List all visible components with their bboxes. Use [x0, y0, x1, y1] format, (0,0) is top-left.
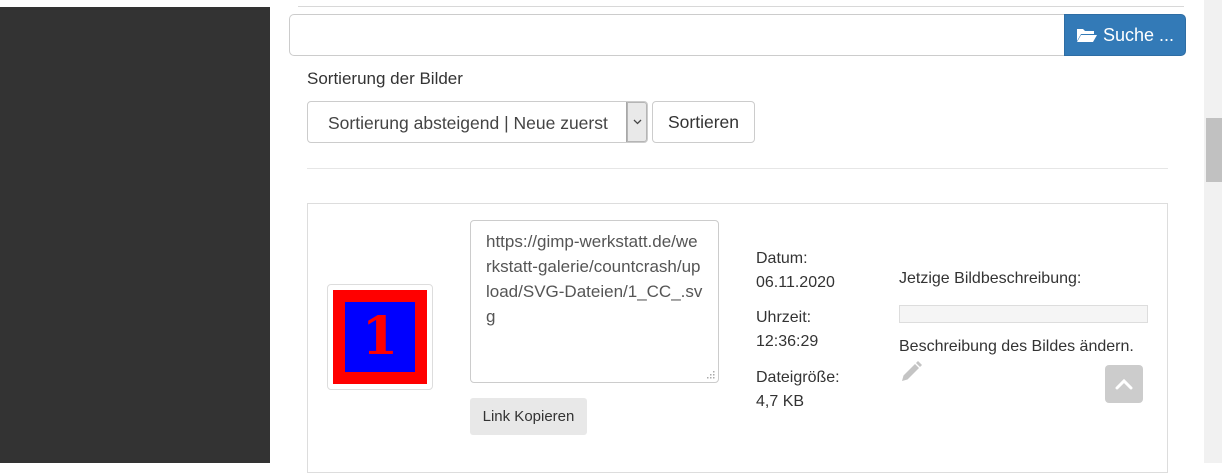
date-value: 06.11.2020 — [756, 274, 835, 291]
thumbnail-number: 1 — [361, 306, 399, 367]
chevron-down-icon[interactable] — [626, 102, 647, 142]
left-dark-panel — [0, 0, 270, 463]
size-label: Dateigröße: — [756, 369, 840, 386]
description-value — [899, 305, 1148, 323]
scrollbar-thumb[interactable] — [1206, 118, 1222, 182]
date-label: Datum: — [756, 250, 808, 267]
sort-select[interactable]: Sortierung absteigend | Neue zuerst — [307, 101, 648, 143]
search-button-label: Suche ... — [1102, 24, 1175, 45]
time-label: Uhrzeit: — [756, 309, 812, 326]
top-divider — [298, 6, 1184, 7]
description-label: Jetzige Bildbeschreibung: — [899, 270, 1082, 287]
image-thumbnail[interactable]: 1 — [327, 284, 433, 390]
section-divider — [307, 168, 1168, 169]
sort-button[interactable]: Sortieren — [652, 101, 755, 143]
sort-select-value: Sortierung absteigend | Neue zuerst — [328, 113, 608, 133]
search-button[interactable]: Suche ... — [1064, 14, 1186, 56]
search-input[interactable] — [289, 14, 1064, 56]
image-url-textarea[interactable]: https://gimp-werkstatt.de/werkstatt-gale… — [470, 220, 719, 383]
page-scrollbar[interactable] — [1204, 0, 1222, 463]
thumbnail-outer: 1 — [333, 290, 427, 384]
time-value: 12:36:29 — [756, 333, 819, 350]
back-to-top-button[interactable] — [1105, 365, 1143, 403]
top-strip — [0, 0, 270, 7]
copy-link-button[interactable]: Link Kopieren — [470, 398, 587, 435]
change-description-label: Beschreibung des Bildes ändern. — [899, 338, 1134, 355]
thumbnail-inner: 1 — [345, 302, 415, 372]
size-value: 4,7 KB — [756, 393, 805, 410]
folder-open-icon — [1076, 29, 1097, 42]
image-url-text: https://gimp-werkstatt.de/werkstatt-gale… — [486, 232, 703, 326]
pencil-icon[interactable] — [899, 360, 923, 384]
chevron-up-icon — [1115, 378, 1133, 390]
sort-heading: Sortierung der Bilder — [307, 69, 463, 88]
resize-grip-icon[interactable] — [705, 369, 715, 379]
